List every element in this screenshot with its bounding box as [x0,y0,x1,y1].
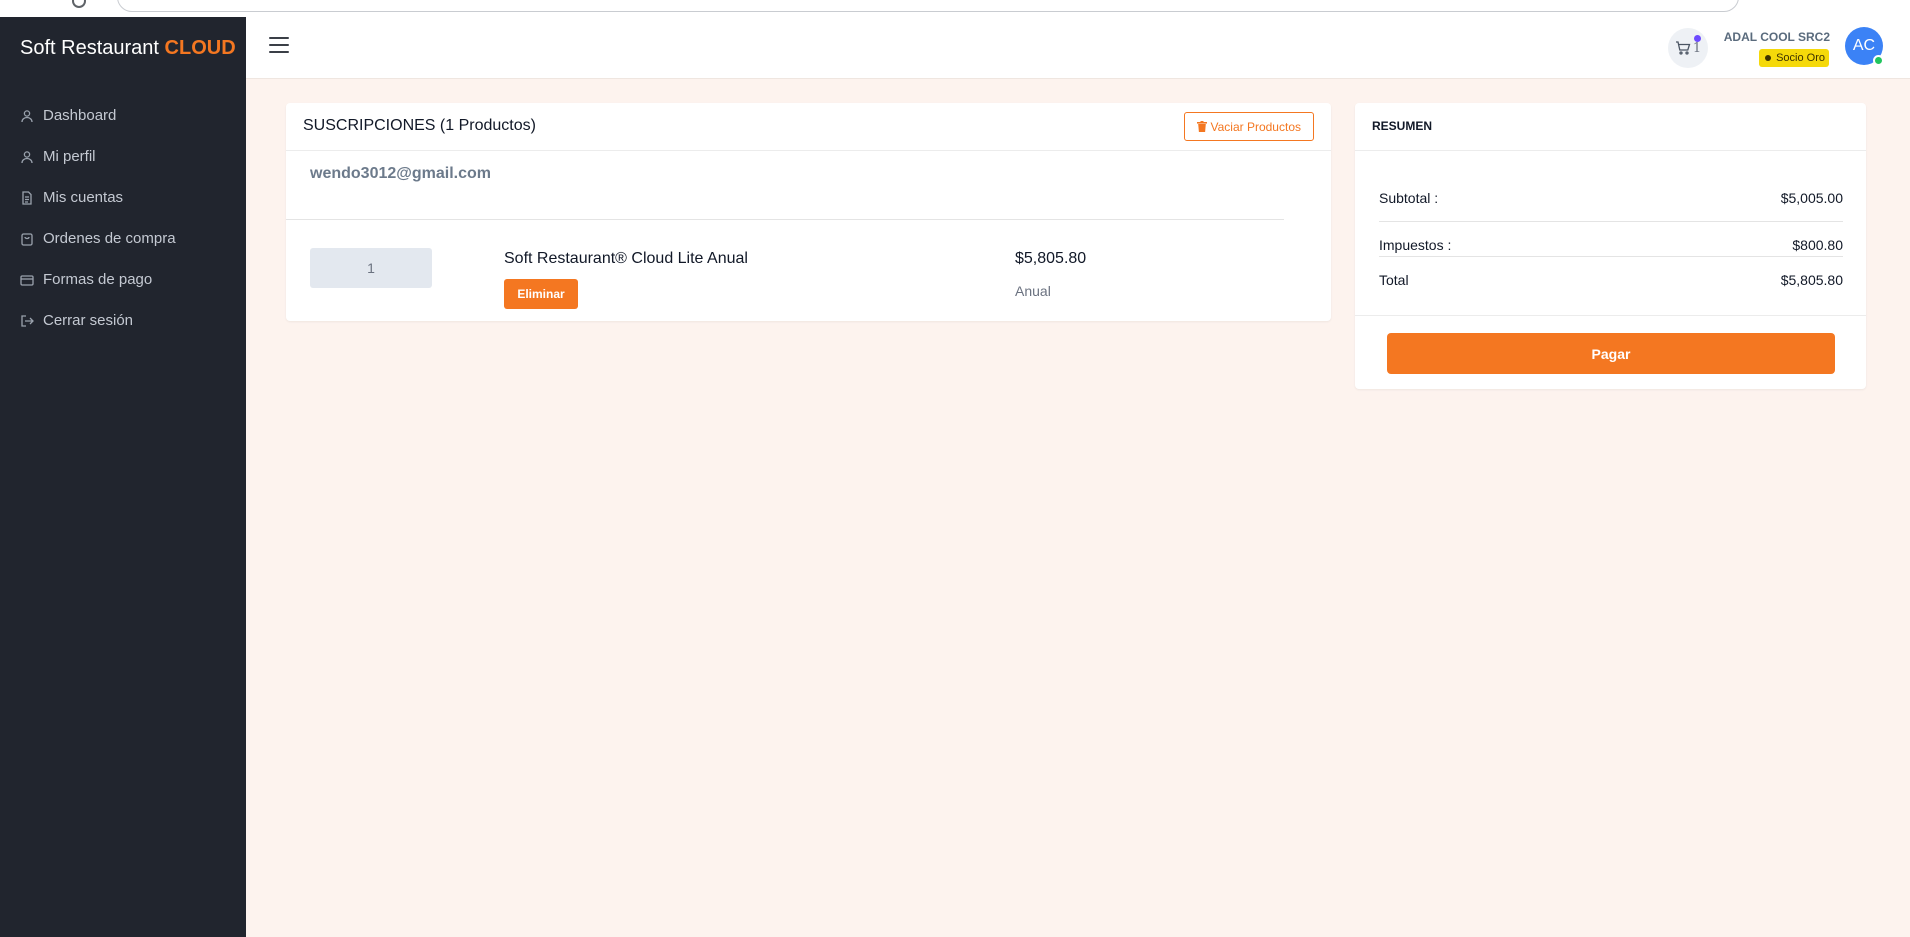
divider [1379,221,1843,222]
sidebar-item-label: Formas de pago [43,271,153,288]
sidebar-item-label: Cerrar sesión [43,312,134,329]
sidebar-item-formas-de-pago[interactable]: Formas de pago [0,259,246,300]
taxes-value: $800.80 [1792,237,1843,253]
sidebar-item-label: Dashboard [43,107,117,124]
shield-icon [1765,55,1772,61]
summary-title: RESUMEN [1372,119,1433,133]
sidebar: Soft Restaurant CLOUD Dashboard Mi perfi… [0,17,246,937]
divider [286,219,1284,220]
account-email: wendo3012@gmail.com [310,165,491,182]
divider [1379,256,1843,257]
address-bar[interactable] [117,0,1739,12]
total-value: $5,805.80 [1780,272,1843,288]
sidebar-item-dashboard[interactable]: Dashboard [0,95,246,136]
brand-name: Soft Restaurant [20,37,165,59]
hamburger-menu-icon[interactable] [269,37,289,55]
total-label: Total [1379,272,1409,288]
sidebar-item-ordenes-de-compra[interactable]: Ordenes de compra [0,218,246,259]
brand-logo[interactable]: Soft Restaurant CLOUD [20,37,236,60]
total-row: Total $5,805.80 [1379,272,1843,288]
subtotal-label: Subtotal : [1379,190,1439,206]
reload-icon[interactable] [72,0,86,8]
cart-icon [1675,41,1691,55]
subtotal-value: $5,005.00 [1780,190,1843,206]
membership-badge-label: Socio Oro [1776,52,1825,64]
taxes-label: Impuestos : [1379,237,1452,253]
document-icon [22,190,32,205]
sidebar-item-mis-cuentas[interactable]: Mis cuentas [0,177,246,218]
cart-count: 1 [1692,40,1702,56]
avatar[interactable]: AC [1845,27,1884,66]
cart-button[interactable]: 1 [1668,28,1708,68]
quantity-input[interactable] [310,248,432,288]
subscriptions-title: SUSCRIPCIONES (1 Productos) [303,117,536,134]
shopping-bag-icon [21,232,33,246]
sidebar-nav: Dashboard Mi perfil Mis cuentas Ordenes … [0,95,246,341]
logout-icon [21,314,34,327]
summary-card: RESUMEN Subtotal : $5,005.00 Impuestos :… [1355,103,1866,389]
sidebar-item-label: Mi perfil [43,148,96,165]
pay-button[interactable]: Pagar [1387,333,1835,374]
user-name: ADAL COOL SRC2 [1723,30,1830,44]
taxes-row: Impuestos : $800.80 [1379,237,1843,253]
subscriptions-card: SUSCRIPCIONES (1 Productos) Vaciar Produ… [286,103,1331,321]
notification-dot [1694,35,1701,42]
subscriptions-card-header: SUSCRIPCIONES (1 Productos) Vaciar Produ… [286,103,1331,151]
browser-toolbar [0,0,1910,17]
sidebar-item-mi-perfil[interactable]: Mi perfil [0,136,246,177]
online-status-dot [1873,55,1884,66]
summary-card-header: RESUMEN [1355,103,1866,151]
empty-products-label: Vaciar Productos [1210,119,1302,134]
product-price: $5,805.80 [1015,250,1087,267]
user-icon [21,109,33,122]
subtotal-row: Subtotal : $5,005.00 [1379,190,1843,206]
remove-product-button[interactable]: Eliminar [504,279,578,309]
sidebar-item-label: Ordenes de compra [43,230,176,247]
divider [1355,315,1866,316]
top-bar: 1 ADAL COOL SRC2 Socio Oro AC [246,17,1910,79]
user-icon [21,150,33,163]
credit-card-icon [20,274,34,286]
empty-products-button[interactable]: Vaciar Productos [1183,112,1314,141]
sidebar-item-cerrar-sesion[interactable]: Cerrar sesión [0,300,246,341]
avatar-initials: AC [1852,37,1876,54]
product-name: Soft Restaurant® Cloud Lite Anual [504,250,748,267]
product-period: Anual [1015,283,1051,299]
brand-accent: CLOUD [164,37,236,59]
trash-icon [1196,121,1207,132]
membership-badge: Socio Oro [1759,49,1829,67]
sidebar-item-label: Mis cuentas [43,189,124,206]
